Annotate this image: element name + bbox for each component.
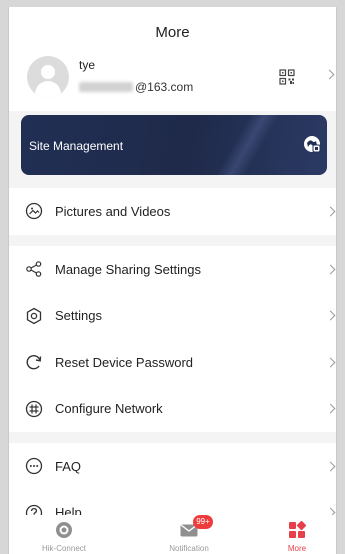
- tab-hik-connect[interactable]: Hik-Connect: [24, 515, 104, 554]
- site-management-card[interactable]: Site Management: [21, 115, 327, 175]
- bottom-tab-bar: Hik-Connect 99+ Notification More: [9, 515, 336, 554]
- chevron-right-icon: [325, 206, 336, 217]
- username: tye: [79, 58, 96, 72]
- network-icon: [25, 400, 43, 417]
- tab-notification[interactable]: 99+ Notification: [149, 515, 229, 554]
- menu-item-label: Configure Network: [55, 401, 163, 417]
- device-section: Manage Sharing Settings Settings Reset D…: [9, 246, 336, 433]
- chevron-right-icon: [325, 461, 336, 472]
- avatar-body: [35, 81, 61, 98]
- menu-item-label: FAQ: [55, 458, 82, 474]
- site-icon: [304, 136, 321, 153]
- tab-label: Hik-Connect: [41, 544, 86, 553]
- email-suffix: @163.com: [135, 80, 194, 94]
- qr-code-icon[interactable]: [279, 69, 295, 85]
- reset-icon: [26, 355, 42, 370]
- media-section: Pictures and Videos: [9, 188, 336, 235]
- page-title: More: [155, 24, 190, 41]
- menu-item-manage-sharing[interactable]: Manage Sharing Settings: [9, 246, 336, 293]
- card-decoration: [197, 115, 287, 175]
- menu-item-reset-password[interactable]: Reset Device Password: [9, 339, 336, 386]
- settings-icon: [26, 307, 42, 324]
- menu-item-label: Reset Device Password: [55, 354, 193, 370]
- menu-item-pictures-videos[interactable]: Pictures and Videos: [9, 188, 336, 235]
- chevron-right-icon: [325, 310, 336, 321]
- email: @163.com: [79, 80, 193, 94]
- email-redacted: [79, 82, 133, 92]
- notification-badge: 99+: [193, 515, 213, 529]
- menu-item-label: Settings: [55, 308, 102, 324]
- faq-icon: [25, 458, 43, 475]
- menu-item-faq[interactable]: FAQ: [9, 443, 336, 490]
- menu-item-label: Pictures and Videos: [55, 203, 171, 219]
- tab-label: More: [287, 544, 307, 553]
- site-management-label: Site Management: [29, 139, 124, 153]
- menu-item-label: Manage Sharing Settings: [55, 261, 201, 277]
- chevron-right-icon: [325, 357, 336, 368]
- more-screen: More tye @163.com Site Management Pictur…: [8, 7, 337, 554]
- avatar-head: [41, 65, 55, 79]
- more-grid-icon: [289, 520, 307, 538]
- chevron-right-icon: [325, 403, 336, 414]
- hik-connect-icon: [56, 522, 72, 538]
- profile-card[interactable]: tye @163.com: [9, 47, 336, 111]
- chevron-right-icon: [325, 264, 336, 275]
- tab-more[interactable]: More: [257, 515, 336, 554]
- menu-item-settings[interactable]: Settings: [9, 293, 336, 340]
- share-icon: [26, 261, 42, 278]
- page-header: More: [9, 7, 336, 47]
- menu-item-configure-network[interactable]: Configure Network: [9, 386, 336, 433]
- pictures-icon: [25, 203, 43, 220]
- chevron-right-icon: [324, 69, 335, 80]
- avatar[interactable]: [27, 56, 69, 98]
- tab-label: Notification: [169, 544, 209, 553]
